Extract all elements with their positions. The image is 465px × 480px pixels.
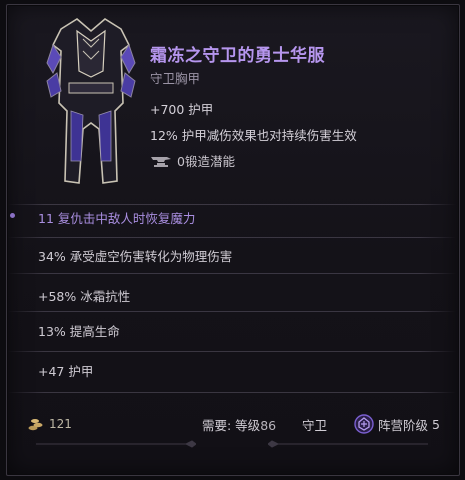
chest-armor-portrait xyxy=(46,18,136,184)
faction-rank: 阵营阶级 5 xyxy=(354,414,440,434)
affix-text: 11 复仇击中敌人时恢复魔力 xyxy=(38,210,196,226)
faction-emblem-icon xyxy=(354,414,374,434)
implicit-stat-dot-reduction: 12% 护甲减伤效果也对持续伤害生效 xyxy=(150,128,357,143)
item-type: 守卫胸甲 xyxy=(150,71,201,86)
divider xyxy=(8,351,456,352)
gold-coins-icon xyxy=(28,419,43,431)
divider xyxy=(8,237,456,238)
item-name: 霜冻之守卫的勇士华服 xyxy=(150,46,325,66)
affix-text: +47 护甲 xyxy=(38,363,94,379)
gold-value: 121 xyxy=(28,417,72,431)
item-footer: 121 需要: 等级86 守卫 阵营阶级 5 xyxy=(6,404,458,444)
affix-text: +58% 冰霜抗性 xyxy=(38,288,131,304)
divider xyxy=(8,392,456,393)
footer-flourish xyxy=(36,440,196,448)
requirement-level: 86 xyxy=(260,417,277,433)
affix-row: 13% 提高生命 xyxy=(6,315,458,345)
affix-row: 34% 承受虚空伤害转化为物理伤害 xyxy=(6,240,458,270)
affix-row: +47 护甲 xyxy=(6,355,458,385)
class-requirement: 守卫 xyxy=(302,417,328,433)
forging-potential: 0锻造潜能 xyxy=(150,151,235,170)
level-requirement: 需要: 等级86 xyxy=(202,415,276,434)
requirement-label: 需要: 等级 xyxy=(202,417,261,433)
divider xyxy=(8,273,456,274)
anvil-icon xyxy=(151,156,171,167)
gold-amount: 121 xyxy=(49,417,72,431)
forging-potential-value: 0锻造潜能 xyxy=(177,154,235,169)
divider xyxy=(8,311,456,312)
implicit-stat-armor: +700 护甲 xyxy=(150,102,214,117)
affix-sealed: 11 复仇击中敌人时恢复魔力 xyxy=(6,202,458,232)
faction-rank-value: 5 xyxy=(432,416,440,432)
affix-text: 13% 提高生命 xyxy=(38,323,120,339)
affix-row: +58% 冰霜抗性 xyxy=(6,280,458,310)
affix-text: 34% 承受虚空伤害转化为物理伤害 xyxy=(38,248,233,264)
footer-flourish xyxy=(268,440,428,448)
faction-label: 阵营阶级 xyxy=(378,417,429,433)
